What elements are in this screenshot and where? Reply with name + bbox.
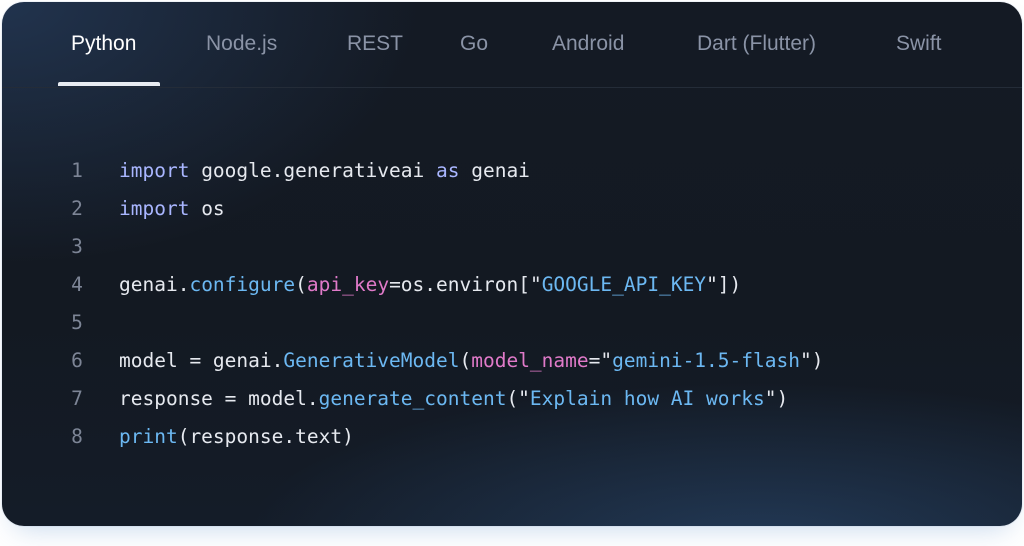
line-number: 1 — [71, 159, 83, 182]
code-line: 5 — [2, 304, 1022, 342]
code-token: import — [119, 197, 190, 220]
line-number: 7 — [71, 387, 83, 410]
code-text: genai.configure(api_key=os.environ["GOOG… — [119, 266, 741, 304]
code-token: api_key — [306, 273, 390, 296]
code-text: print(response.text) — [119, 418, 354, 456]
line-number: 5 — [71, 311, 83, 334]
code-token: (response.text) — [177, 425, 354, 448]
code-text: response = model.generate_content("Expla… — [119, 380, 788, 418]
tab-go[interactable]: Go — [460, 28, 488, 60]
code-token: model = genai. — [119, 349, 284, 372]
code-line: 8 print(response.text) — [2, 418, 1022, 456]
code-token: model_name — [471, 349, 589, 372]
code-token: ( — [459, 349, 472, 372]
code-token: configure — [189, 273, 296, 296]
line-number: 2 — [71, 197, 83, 220]
code-line: 7 response = model.generate_content("Expl… — [2, 380, 1022, 418]
code-token: GOOGLE_API_KEY — [541, 273, 707, 296]
code-token: =os.environ[" — [389, 273, 542, 296]
tab-dart-flutter[interactable]: Dart (Flutter) — [697, 28, 816, 60]
code-token: response = model. — [119, 387, 319, 410]
active-tab-indicator — [58, 82, 160, 86]
code-token: gemini-1.5-flash — [612, 349, 800, 372]
tab-rest[interactable]: REST — [347, 28, 403, 60]
line-number: 4 — [71, 273, 83, 296]
code-token: "]) — [706, 273, 742, 296]
language-tabs: Python Node.js REST Go Android Dart (Flu… — [2, 2, 1022, 88]
code-token: genai. — [119, 273, 190, 296]
code-token: os — [189, 197, 225, 220]
tab-android[interactable]: Android — [552, 28, 624, 60]
code-token: google.generativeai — [189, 159, 436, 182]
code-line: 4 genai.configure(api_key=os.environ["GOO… — [2, 266, 1022, 304]
code-line: 6 model = genai.GenerativeModel(model_nam… — [2, 342, 1022, 380]
code-token: Explain how AI works — [529, 387, 765, 410]
code-token: =" — [588, 349, 613, 372]
code-token: ( — [295, 273, 307, 296]
tab-nodejs[interactable]: Node.js — [206, 28, 277, 60]
tab-swift[interactable]: Swift — [896, 28, 942, 60]
code-token: GenerativeModel — [283, 349, 460, 372]
code-token: (" — [506, 387, 530, 410]
code-line: 3 — [2, 228, 1022, 266]
code-token: genai — [459, 159, 530, 182]
code-token: import — [119, 159, 190, 182]
line-number: 3 — [71, 235, 83, 258]
code-token: print — [119, 425, 178, 448]
code-token: as — [436, 159, 460, 182]
code-sample-card: Python Node.js REST Go Android Dart (Flu… — [2, 2, 1022, 526]
code-block: 1 import google.generativeai as genai 2 imp… — [2, 152, 1022, 456]
line-number: 8 — [71, 425, 83, 448]
tab-python[interactable]: Python — [71, 28, 136, 60]
code-line: 1 import google.generativeai as genai — [2, 152, 1022, 190]
line-number: 6 — [71, 349, 83, 372]
code-token: ") — [799, 349, 824, 372]
code-text: model = genai.GenerativeModel(model_name… — [119, 342, 823, 380]
code-token: generate_content — [318, 387, 507, 410]
code-text: import os — [119, 190, 225, 228]
code-line: 2 import os — [2, 190, 1022, 228]
code-text: import google.generativeai as genai — [119, 152, 530, 190]
code-token: ") — [764, 387, 789, 410]
